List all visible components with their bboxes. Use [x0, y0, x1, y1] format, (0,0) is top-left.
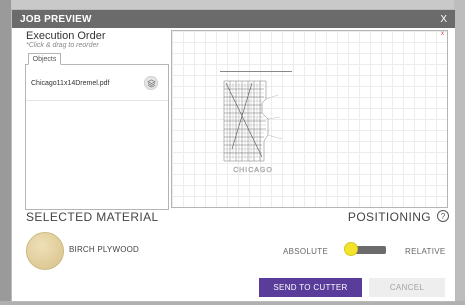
selected-material-heading: SELECTED MATERIAL [26, 210, 159, 224]
objects-list: Chicago11x14Dremel.pdf [25, 64, 169, 210]
help-icon[interactable]: ? [437, 210, 449, 222]
execution-order-hint: *Click & drag to reorder [26, 42, 99, 49]
material-swatch[interactable] [26, 232, 64, 270]
map-thumbnail-caption: CHICAGO [233, 167, 273, 174]
job-preview-canvas[interactable]: x CHICAGO [171, 30, 448, 208]
backdrop-left [0, 0, 11, 305]
execution-order-title: Execution Order [26, 30, 106, 42]
dialog-titlebar: JOB PREVIEW X [12, 10, 455, 28]
layers-icon[interactable] [144, 76, 158, 90]
list-item[interactable]: Chicago11x14Dremel.pdf [26, 67, 168, 101]
tab-objects[interactable]: Objects [28, 53, 61, 65]
dialog-title: JOB PREVIEW [20, 13, 92, 25]
job-preview-dialog: JOB PREVIEW X Execution Order *Click & d… [11, 9, 456, 302]
positioning-heading: POSITIONING [347, 210, 431, 224]
close-button[interactable]: X [440, 14, 447, 25]
send-to-cutter-button[interactable]: SEND TO CUTTER [259, 278, 362, 297]
positioning-toggle[interactable] [344, 242, 386, 256]
material-name: BIRCH PLYWOOD [69, 245, 140, 254]
relative-label: RELATIVE [405, 247, 446, 256]
absolute-label: ABSOLUTE [283, 247, 329, 256]
object-name: Chicago11x14Dremel.pdf [31, 80, 110, 87]
preview-corner-mark: x [441, 31, 444, 37]
cancel-button[interactable]: CANCEL [369, 278, 445, 297]
map-thumbnail[interactable]: CHICAGO [222, 79, 284, 177]
toggle-knob[interactable] [344, 242, 358, 256]
